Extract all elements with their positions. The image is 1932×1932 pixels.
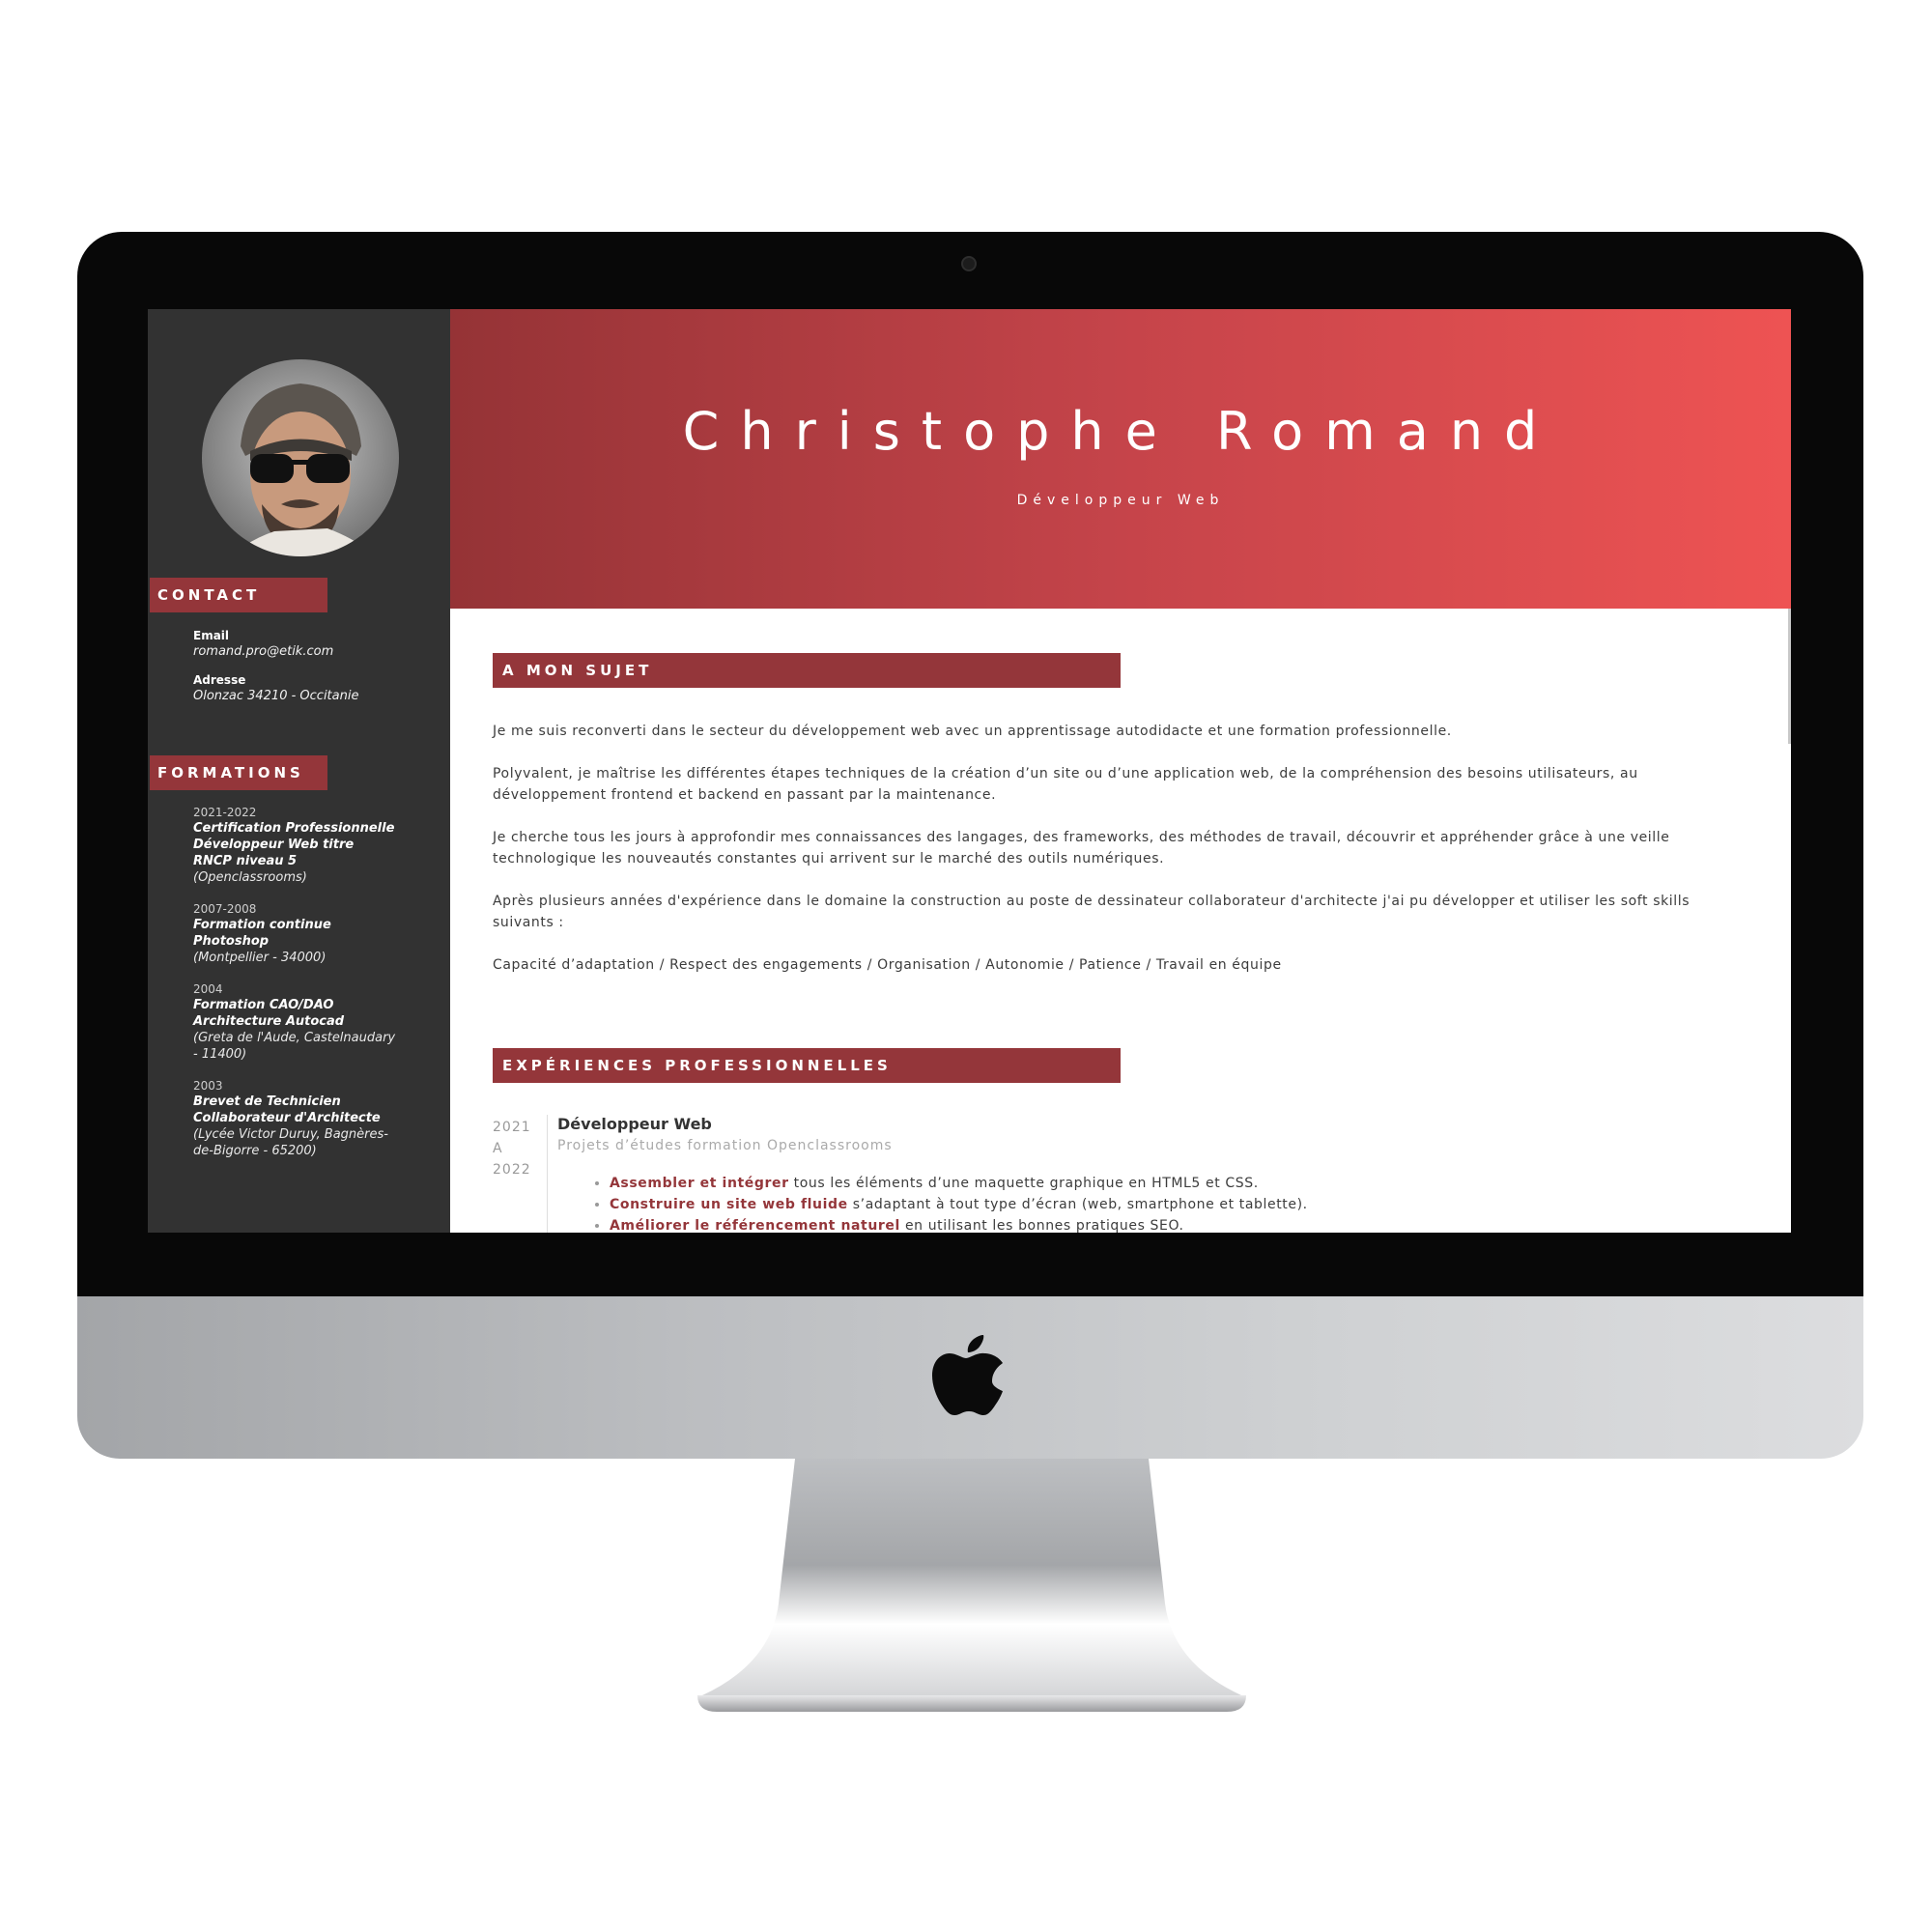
- about-text: Je me suis reconverti dans le secteur du…: [493, 721, 1739, 997]
- formation-title: Brevet de Technicien Collaborateur d'Arc…: [193, 1094, 381, 1125]
- experience-title: Développeur Web: [557, 1115, 712, 1133]
- about-paragraph: Polyvalent, je maîtrise les différentes …: [493, 766, 1638, 803]
- bullet-strong: Construire un site web fluide: [610, 1197, 848, 1212]
- formations-heading: FORMATIONS: [150, 755, 327, 790]
- experience-year-sep: A: [493, 1141, 503, 1156]
- page-title: Christophe Romand: [682, 401, 1559, 462]
- experience-year-to: 2022: [493, 1162, 531, 1178]
- formation-year: 2004: [193, 982, 223, 996]
- experience-year-from: 2021: [493, 1120, 531, 1135]
- list-item: Construire un site web fluide s’adaptant…: [610, 1194, 1769, 1215]
- list-item: Améliorer le référencement naturel en ut…: [610, 1215, 1769, 1233]
- experience-bullets: Assembler et intégrer tous les éléments …: [557, 1173, 1769, 1233]
- contact-block: Email romand.pro@etik.com Adresse Olonza…: [193, 628, 415, 717]
- list-item: Assembler et intégrer tous les éléments …: [610, 1173, 1769, 1194]
- hero-banner: Christophe Romand Développeur Web: [450, 309, 1791, 609]
- formation-place: (Montpellier - 34000): [193, 951, 327, 965]
- formation-year: 2021-2022: [193, 806, 257, 819]
- experiences-heading: EXPÉRIENCES PROFESSIONNELLES: [493, 1048, 1121, 1083]
- page-subtitle: Développeur Web: [1016, 493, 1225, 508]
- formation-place: (Greta de l'Aude, Castelnaudary - 11400): [193, 1031, 396, 1062]
- about-paragraph: Je me suis reconverti dans le secteur du…: [493, 724, 1452, 739]
- about-heading: A MON SUJET: [493, 653, 1121, 688]
- address-label: Adresse: [193, 673, 246, 687]
- formation-title: Certification Professionnelle Développeu…: [193, 821, 395, 868]
- email-label: Email: [193, 629, 230, 642]
- bullet-text: tous les éléments d’une maquette graphiq…: [788, 1176, 1259, 1191]
- formation-item: 2004 Formation CAO/DAO Architecture Auto…: [193, 981, 396, 1063]
- formation-item: 2021-2022 Certification Professionnelle …: [193, 805, 396, 886]
- formation-year: 2003: [193, 1079, 223, 1093]
- formation-title: Formation continue Photoshop: [193, 918, 331, 949]
- address-value: Olonzac 34210 - Occitanie: [193, 689, 359, 703]
- formations-list: 2021-2022 Certification Professionnelle …: [193, 789, 396, 1159]
- bullet-text: s’adaptant à tout type d’écran (web, sma…: [847, 1197, 1308, 1212]
- avatar: [202, 359, 399, 556]
- contact-heading: CONTACT: [150, 578, 327, 612]
- timeline-divider: [547, 1115, 548, 1233]
- formation-place: (Openclassrooms): [193, 870, 307, 885]
- experience-subtitle: Projets d’études formation Openclassroom…: [557, 1138, 893, 1153]
- formation-item: 2007-2008 Formation continue Photoshop (…: [193, 901, 396, 966]
- formation-place: (Lycée Victor Duruy, Bagnères-de-Bigorre…: [193, 1127, 388, 1158]
- scrollbar[interactable]: [1788, 609, 1791, 744]
- camera-icon: [961, 256, 977, 271]
- formation-year: 2007-2008: [193, 902, 257, 916]
- experience-dates: 2021 A 2022: [493, 1117, 541, 1180]
- email-value[interactable]: romand.pro@etik.com: [193, 643, 415, 661]
- screen: CONTACT Email romand.pro@etik.com Adress…: [148, 309, 1791, 1233]
- bullet-text: en utilisant les bonnes pratiques SEO.: [899, 1218, 1184, 1233]
- main-content: Christophe Romand Développeur Web A MON …: [450, 309, 1791, 1233]
- formation-title: Formation CAO/DAO Architecture Autocad: [193, 998, 345, 1029]
- soft-skills: Capacité d’adaptation / Respect des enga…: [493, 957, 1282, 973]
- about-paragraph: Je cherche tous les jours à approfondir …: [493, 830, 1670, 867]
- sidebar: CONTACT Email romand.pro@etik.com Adress…: [148, 309, 450, 1233]
- formation-item: 2003 Brevet de Technicien Collaborateur …: [193, 1078, 396, 1159]
- about-paragraph: Après plusieurs années d'expérience dans…: [493, 894, 1690, 930]
- bullet-strong: Améliorer le référencement naturel: [610, 1218, 900, 1233]
- bullet-strong: Assembler et intégrer: [610, 1176, 789, 1191]
- apple-logo-icon: [932, 1335, 1003, 1415]
